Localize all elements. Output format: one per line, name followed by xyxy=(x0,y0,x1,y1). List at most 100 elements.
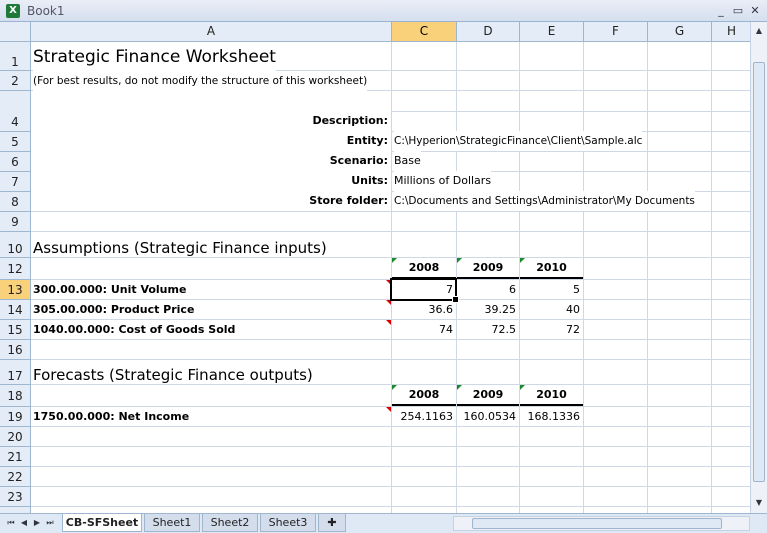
store-folder-label: Store folder: xyxy=(31,191,391,211)
forecast-value-d19[interactable]: 160.0534 xyxy=(457,407,519,427)
assumption-value-e15[interactable]: 72 xyxy=(520,320,583,340)
column-header-e[interactable]: E xyxy=(520,22,584,41)
assumption-value-e13[interactable]: 5 xyxy=(520,280,583,300)
fill-handle[interactable] xyxy=(452,296,459,303)
row-header-9[interactable]: 9 xyxy=(0,212,31,232)
forecast-value-e19[interactable]: 168.1336 xyxy=(520,407,583,427)
gridline xyxy=(31,466,750,467)
row-header-22[interactable]: 22 xyxy=(0,467,31,487)
units-label: Units: xyxy=(31,171,391,191)
assumption-value-d13[interactable]: 6 xyxy=(457,280,519,300)
row-header-21[interactable]: 21 xyxy=(0,447,31,467)
column-header-f[interactable]: F xyxy=(584,22,648,41)
tab-cb-sfsheet[interactable]: CB-SFSheet xyxy=(62,514,142,532)
forecast-value-c19[interactable]: 254.1163 xyxy=(392,407,456,427)
gridline xyxy=(711,42,712,513)
gridline xyxy=(31,257,750,258)
green-comment-marker xyxy=(520,385,525,390)
close-icon[interactable]: ✕ xyxy=(748,4,762,17)
forecasts-year-2008[interactable]: 2008 xyxy=(392,385,456,406)
row-header-16[interactable]: 16 xyxy=(0,340,31,360)
row-header-6[interactable]: 6 xyxy=(0,152,31,172)
select-all-corner[interactable] xyxy=(0,22,31,42)
gridline xyxy=(31,211,750,212)
assumptions-year-2009[interactable]: 2009 xyxy=(457,258,519,279)
tab-sheet2[interactable]: Sheet2 xyxy=(202,514,258,532)
green-comment-marker xyxy=(520,258,525,263)
title-bar: X Book1 _ ▭ ✕ xyxy=(0,0,767,22)
row-header-15[interactable]: 15 xyxy=(0,320,31,340)
row-header-1[interactable]: 1 xyxy=(0,42,31,71)
row-header-14[interactable]: 14 xyxy=(0,300,31,320)
column-header-c[interactable]: C xyxy=(392,22,457,41)
worksheet-title: Strategic Finance Worksheet xyxy=(33,44,276,71)
tab-sheet3[interactable]: Sheet3 xyxy=(260,514,316,532)
row-header-5[interactable]: 5 xyxy=(0,132,31,152)
minimize-icon[interactable]: _ xyxy=(714,4,728,17)
assumption-value-c14[interactable]: 36.6 xyxy=(392,300,456,320)
vertical-scrollbar[interactable]: ▲ ▼ xyxy=(750,22,767,513)
row-header-17[interactable]: 17 xyxy=(0,360,31,385)
assumptions-heading: Assumptions (Strategic Finance inputs) xyxy=(33,232,327,257)
row-header-7[interactable]: 7 xyxy=(0,172,31,192)
sheet-tab-bar: ⏮ ◀ ▶ ⏭ CB-SFSheet Sheet1 Sheet2 Sheet3 … xyxy=(0,513,767,533)
red-comment-marker xyxy=(386,407,391,412)
assumptions-year-2010[interactable]: 2010 xyxy=(520,258,583,279)
gridline xyxy=(31,486,750,487)
green-comment-marker xyxy=(392,385,397,390)
excel-icon: X xyxy=(6,4,20,18)
restore-icon[interactable]: ▭ xyxy=(731,4,745,17)
row-header-2[interactable]: 2 xyxy=(0,71,31,91)
row-header-12[interactable]: 12 xyxy=(0,258,31,280)
entity-value[interactable]: C:\Hyperion\StrategicFinance\Client\Samp… xyxy=(394,131,643,151)
assumption-value-c15[interactable]: 74 xyxy=(392,320,456,340)
gridline xyxy=(583,42,584,513)
scenario-label: Scenario: xyxy=(31,151,391,171)
row-header-20[interactable]: 20 xyxy=(0,427,31,447)
gridline xyxy=(31,506,750,507)
row-header-18[interactable]: 18 xyxy=(0,385,31,407)
forecasts-year-2010[interactable]: 2010 xyxy=(520,385,583,406)
row-header-10[interactable]: 10 xyxy=(0,232,31,258)
forecasts-heading: Forecasts (Strategic Finance outputs) xyxy=(33,360,313,384)
description-label: Description: xyxy=(31,111,391,131)
scroll-down-icon[interactable]: ▼ xyxy=(753,496,765,510)
window-title: Book1 xyxy=(27,4,65,18)
row-header-19[interactable]: 19 xyxy=(0,407,31,427)
prev-sheet-icon[interactable]: ◀ xyxy=(19,517,29,529)
assumption-row-label: 300.00.000: Unit Volume xyxy=(33,283,187,296)
column-header-d[interactable]: D xyxy=(457,22,520,41)
tab-sheet1[interactable]: Sheet1 xyxy=(144,514,200,532)
cell-area[interactable]: Strategic Finance Worksheet (For best re… xyxy=(31,42,750,513)
column-header-h[interactable]: H xyxy=(712,22,750,41)
row-header-8[interactable]: 8 xyxy=(0,192,31,212)
scenario-value[interactable]: Base xyxy=(394,151,421,171)
last-sheet-icon[interactable]: ⏭ xyxy=(45,517,55,529)
assumption-value-d15[interactable]: 72.5 xyxy=(457,320,519,340)
units-value[interactable]: Millions of Dollars xyxy=(394,171,492,191)
assumption-value-d14[interactable]: 39.25 xyxy=(457,300,519,320)
row-header-13[interactable]: 13 xyxy=(0,280,31,300)
row-header-4[interactable]: 4 xyxy=(0,112,31,132)
row-header-23[interactable]: 23 xyxy=(0,487,31,507)
first-sheet-icon[interactable]: ⏮ xyxy=(6,517,16,529)
next-sheet-icon[interactable]: ▶ xyxy=(32,517,42,529)
insert-sheet-icon[interactable]: ✚ xyxy=(318,514,346,532)
horizontal-scrollbar[interactable] xyxy=(453,516,750,531)
green-comment-marker xyxy=(457,258,462,263)
column-header-g[interactable]: G xyxy=(648,22,712,41)
assumption-value-e14[interactable]: 40 xyxy=(520,300,583,320)
worksheet-grid[interactable]: A C D E F G H 1 2 4 5 6 7 8 9 10 12 13 1… xyxy=(0,22,750,513)
horizontal-scroll-thumb[interactable] xyxy=(472,518,722,529)
forecasts-year-2009[interactable]: 2009 xyxy=(457,385,519,406)
gridline xyxy=(31,384,750,385)
column-header-a[interactable]: A xyxy=(31,22,392,41)
scroll-up-icon[interactable]: ▲ xyxy=(753,24,765,38)
gridline xyxy=(31,446,750,447)
entity-label: Entity: xyxy=(31,131,391,151)
active-cell-selection[interactable] xyxy=(390,278,457,301)
vertical-scroll-thumb[interactable] xyxy=(753,62,765,482)
assumptions-year-2008[interactable]: 2008 xyxy=(392,258,456,279)
store-folder-value[interactable]: C:\Documents and Settings\Administrator\… xyxy=(394,191,695,211)
column-header-row: A C D E F G H xyxy=(0,22,750,42)
